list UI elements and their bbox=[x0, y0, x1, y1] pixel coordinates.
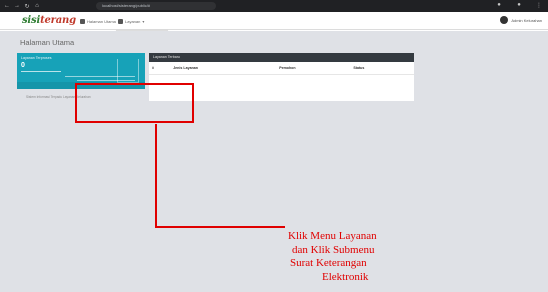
page-title: Halaman Utama bbox=[20, 38, 75, 47]
document-icon bbox=[118, 18, 123, 24]
chart-icon bbox=[117, 59, 139, 83]
extensions-icon[interactable]: ● bbox=[496, 2, 502, 9]
logo-accent: terang bbox=[40, 15, 76, 26]
annotation-line: Elektronik bbox=[322, 270, 369, 283]
user-name: Admin Kelurahan bbox=[511, 17, 542, 23]
table-header-row: # Jenis Layanan Pemohon Status bbox=[149, 62, 414, 75]
latest-services-table: # Jenis Layanan Pemohon Status bbox=[149, 62, 414, 75]
dashboard-icon bbox=[80, 18, 85, 24]
column-header-applicant: Pemohon bbox=[276, 62, 351, 75]
info-box-value: 0 bbox=[21, 62, 25, 69]
back-icon[interactable]: ← bbox=[4, 3, 10, 9]
reload-icon[interactable]: ↻ bbox=[24, 3, 30, 10]
page: ← → ↻ ⌂ localhost/sisterang/public/# ● ●… bbox=[0, 0, 548, 292]
column-header-service-type: Jenis Layanan bbox=[170, 62, 277, 75]
nav-item-home-label: Halaman Utama bbox=[87, 18, 116, 24]
nav-item-home[interactable]: Halaman Utama bbox=[80, 16, 116, 26]
app-logo[interactable]: sisiterang bbox=[22, 15, 76, 26]
annotation-line: dan Klik Submenu bbox=[292, 243, 375, 256]
home-icon[interactable]: ⌂ bbox=[34, 3, 40, 9]
annotation-line: Klik Menu Layanan bbox=[288, 230, 377, 242]
address-bar[interactable]: localhost/sisterang/public/# bbox=[96, 2, 216, 10]
nav-item-services-label: Layanan bbox=[125, 18, 141, 24]
address-bar-url: localhost/sisterang/public/# bbox=[102, 3, 151, 8]
forward-icon[interactable]: → bbox=[14, 3, 20, 9]
column-header-status: Status bbox=[350, 62, 414, 75]
user-menu[interactable]: Admin Kelurahan bbox=[500, 16, 542, 24]
menu-icon[interactable]: ⋮ bbox=[536, 2, 542, 9]
browser-toolbar: ← → ↻ ⌂ localhost/sisterang/public/# ● ●… bbox=[0, 0, 548, 12]
info-box-divider bbox=[21, 71, 61, 72]
chevron-down-icon: ▾ bbox=[142, 18, 145, 24]
browser-actions: ● ● ⋮ bbox=[492, 2, 542, 9]
annotation-line: Surat Keterangan bbox=[290, 257, 367, 269]
annotation-instruction: Klik Menu Layanan dan Klik Submenu Surat… bbox=[284, 230, 444, 284]
info-box-title: Layanan Terproses bbox=[21, 56, 52, 60]
latest-services-title: Layanan Terbaru bbox=[149, 53, 414, 62]
avatar bbox=[500, 16, 509, 24]
column-header-number: # bbox=[149, 62, 171, 75]
app-header: sisiterang Halaman Utama Layanan ▾ Admin… bbox=[0, 12, 548, 30]
annotation-highlight-box bbox=[75, 83, 194, 123]
nav-item-services[interactable]: Layanan ▾ bbox=[118, 16, 144, 26]
profile-icon[interactable]: ● bbox=[516, 2, 522, 9]
main-content: Halaman Utama Layanan Terproses 0 Layana… bbox=[0, 31, 548, 292]
annotation-connector-vertical bbox=[155, 124, 157, 227]
annotation-connector-horizontal bbox=[155, 226, 285, 228]
logo-main: sisi bbox=[22, 15, 41, 26]
